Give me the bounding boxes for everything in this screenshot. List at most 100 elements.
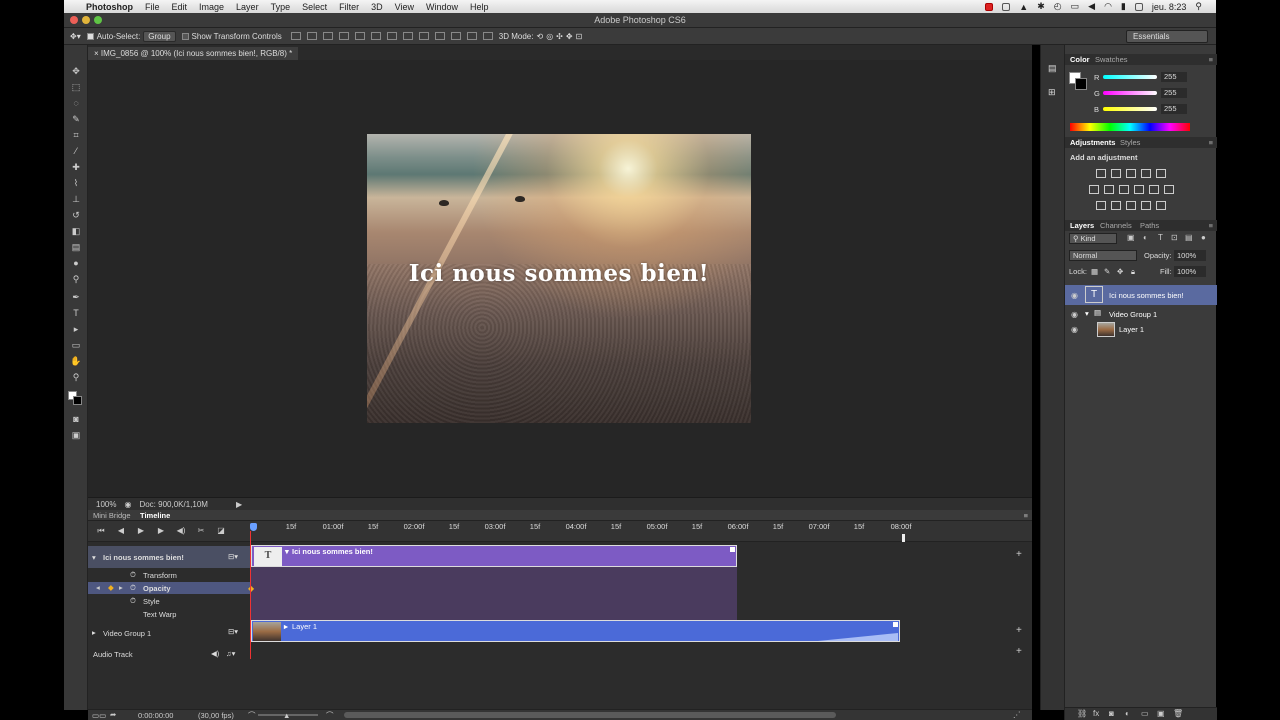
filter-pixel-icon[interactable]: ▣ <box>1127 233 1135 242</box>
quick-mask-icon[interactable]: ◙ <box>69 413 83 425</box>
document-image[interactable]: Ici nous sommes bien! <box>367 134 751 423</box>
track-header-text[interactable]: ▾ Ici nous sommes bien! ⊟▾ <box>88 546 250 568</box>
new-adjustment-icon[interactable]: ◐ <box>1125 709 1130 718</box>
add-mask-icon[interactable]: ◙ <box>1109 709 1114 718</box>
go-to-first-frame-icon[interactable]: ⏮ <box>94 525 108 537</box>
mute-audio-icon[interactable]: ◀) <box>211 649 219 658</box>
align-bottom-icon[interactable] <box>322 32 333 40</box>
zoom-tool-icon[interactable]: ⚲ <box>69 371 83 383</box>
blend-mode-dropdown[interactable]: Normal <box>1069 250 1137 261</box>
document-tab[interactable]: × IMG_0856 @ 100% (Ici nous sommes bien!… <box>88 47 299 60</box>
menu-3d[interactable]: 3D <box>371 2 383 12</box>
auto-select-dropdown[interactable]: Group <box>143 30 176 42</box>
eyedropper-tool-icon[interactable]: ⁄ <box>69 145 83 157</box>
history-brush-tool-icon[interactable]: ↺ <box>69 209 83 221</box>
transform-controls-checkbox[interactable] <box>181 32 189 40</box>
3d-scale-icon[interactable]: ⊡ <box>576 32 583 41</box>
battery-icon[interactable]: ▮ <box>1121 1 1126 12</box>
lock-all-icon[interactable]: 🔒︎ <box>1131 267 1135 277</box>
clip-end-handle[interactable] <box>893 622 898 627</box>
properties-panel-icon[interactable]: ⊞ <box>1048 87 1056 98</box>
gradient-map-icon[interactable] <box>1156 201 1166 210</box>
layer-row-text[interactable]: ◉ T Ici nous sommes bien! <box>1065 285 1217 305</box>
clip-menu-icon[interactable]: ▸ <box>284 622 288 631</box>
text-layer-clip[interactable]: T ▾ Ici nous sommes bien! <box>251 545 737 567</box>
document-icon[interactable] <box>1002 2 1011 11</box>
tab-mini-bridge[interactable]: Mini Bridge <box>93 511 131 520</box>
zoom-out-icon[interactable]: ⌒ <box>248 710 256 720</box>
distribute-top-icon[interactable] <box>386 32 397 40</box>
panel-grip-icon[interactable]: ⋰ <box>1013 710 1021 719</box>
new-layer-icon[interactable]: ▣ <box>1157 709 1165 718</box>
fade-transition[interactable] <box>818 633 898 641</box>
track-menu-icon[interactable]: ⊟▾ <box>228 627 238 636</box>
stopwatch-icon[interactable]: ⏱ <box>130 570 136 580</box>
stopwatch-icon[interactable]: ⏱ <box>130 583 136 593</box>
clip-menu-icon[interactable]: ▾ <box>285 547 289 556</box>
panel-menu-icon[interactable]: ≡ <box>1209 221 1213 230</box>
menu-layer[interactable]: Layer <box>236 2 259 12</box>
render-video-icon[interactable]: ➦ <box>110 710 116 719</box>
hue-saturation-icon[interactable] <box>1089 185 1099 194</box>
vibrance-icon[interactable] <box>1156 169 1166 178</box>
clip-end-handle[interactable] <box>730 547 735 552</box>
align-top-icon[interactable] <box>290 32 301 40</box>
align-right-icon[interactable] <box>370 32 381 40</box>
split-at-playhead-icon[interactable]: ✂ <box>194 525 208 537</box>
layer-style-icon[interactable]: fx <box>1093 709 1099 718</box>
filter-type-icon[interactable]: T <box>1158 233 1163 242</box>
zoom-slider-thumb-icon[interactable]: ▲ <box>283 711 290 720</box>
warning-icon[interactable]: ▲ <box>1019 2 1028 12</box>
menu-window[interactable]: Window <box>426 2 458 12</box>
filter-adjustment-icon[interactable]: ◐ <box>1143 233 1148 242</box>
quick-select-tool-icon[interactable]: ✎ <box>69 113 83 125</box>
tab-channels[interactable]: Channels <box>1100 221 1132 230</box>
brightness-icon[interactable] <box>1096 169 1106 178</box>
property-row-selected[interactable]: ◂ ◆ ▸ ⏱ Opacity <box>88 582 250 594</box>
wifi-icon[interactable]: ◠ <box>1104 1 1112 12</box>
group-collapse-icon[interactable]: ▾ <box>1085 309 1089 318</box>
background-color-swatch[interactable] <box>1075 78 1087 90</box>
tab-color[interactable]: Color <box>1070 55 1090 64</box>
brush-tool-icon[interactable]: ⌇ <box>69 177 83 189</box>
filter-toggle-icon[interactable]: ● <box>1201 233 1206 242</box>
status-info-icon[interactable]: ◉ <box>124 500 131 509</box>
selective-color-icon[interactable] <box>1141 201 1151 210</box>
menu-help[interactable]: Help <box>470 2 489 12</box>
layer-row-group[interactable]: ◉ ▾ ▤ Video Group 1 <box>1065 306 1217 322</box>
video-layer-clip[interactable]: ▸ Layer 1 <box>251 620 900 642</box>
add-media-icon[interactable]: + <box>1016 549 1022 560</box>
lasso-tool-icon[interactable]: ◌ <box>69 97 83 109</box>
keyframe-add-icon[interactable]: ◆ <box>108 583 114 592</box>
levels-icon[interactable] <box>1111 169 1121 178</box>
hand-tool-icon[interactable]: ✋ <box>69 355 83 367</box>
timeline-scrollbar[interactable] <box>344 712 836 718</box>
tab-paths[interactable]: Paths <box>1140 221 1159 230</box>
add-audio-icon[interactable]: ♫▾ <box>226 649 235 658</box>
volume-icon[interactable]: ◀ <box>1088 1 1095 12</box>
rectangle-tool-icon[interactable]: ▭ <box>69 339 83 351</box>
move-tool-icon[interactable]: ✥ <box>69 65 83 77</box>
blue-value[interactable]: 255 <box>1161 104 1187 114</box>
filter-shape-icon[interactable]: ⊡ <box>1171 233 1178 242</box>
add-media-icon[interactable]: + <box>1016 625 1022 636</box>
track-header-video-group[interactable]: ▸ Video Group 1 ⊟▾ <box>88 621 250 643</box>
canvas-text-layer[interactable]: Ici nous sommes bien! <box>367 260 751 287</box>
expand-arrow-icon[interactable]: ▸ <box>92 628 96 637</box>
next-keyframe-icon[interactable]: ▸ <box>119 583 123 592</box>
menu-file[interactable]: File <box>145 2 160 12</box>
layer-row-video[interactable]: ◉ Layer 1 <box>1065 321 1217 339</box>
gradient-tool-icon[interactable]: ▤ <box>69 241 83 253</box>
tab-adjustments[interactable]: Adjustments <box>1070 138 1115 147</box>
crop-tool-icon[interactable]: ⌗ <box>69 129 83 141</box>
previous-frame-icon[interactable]: ◀ <box>114 525 128 537</box>
distribute-vcenter-icon[interactable] <box>402 32 413 40</box>
align-left-icon[interactable] <box>338 32 349 40</box>
keyframe-marker[interactable]: ◆ <box>248 584 254 593</box>
align-hcenter-icon[interactable] <box>354 32 365 40</box>
add-media-icon[interactable]: + <box>1016 646 1022 657</box>
pen-tool-icon[interactable]: ✒ <box>69 291 83 303</box>
visibility-eye-icon[interactable]: ◉ <box>1071 310 1078 319</box>
current-time[interactable]: 0:00:00:00 <box>138 711 173 720</box>
tab-timeline[interactable]: Timeline <box>140 511 170 520</box>
